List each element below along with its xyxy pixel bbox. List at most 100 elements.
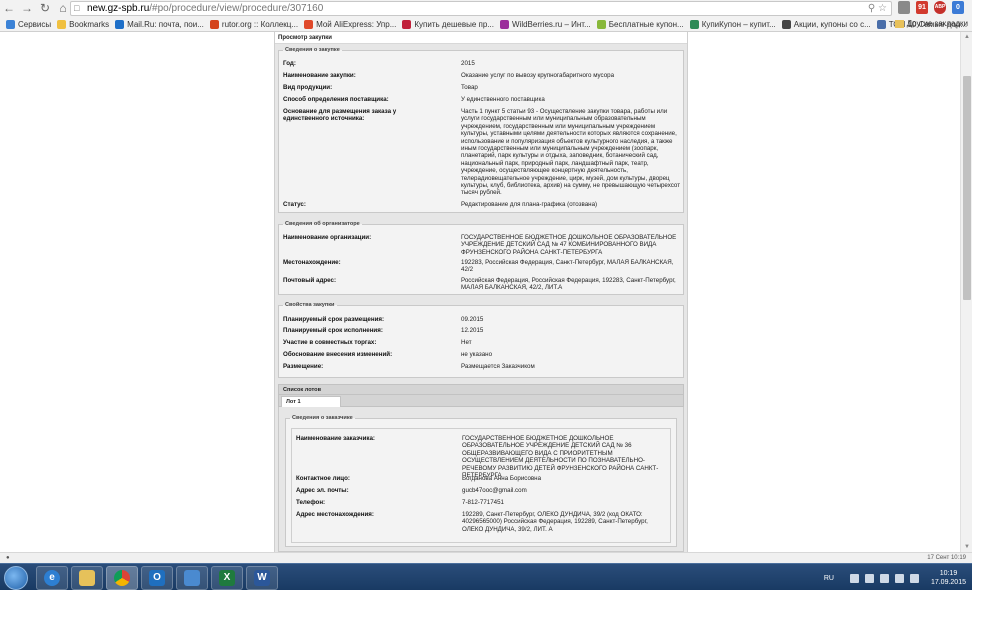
detail-value: Оказание услуг по вывозу крупногабаритно… xyxy=(461,72,615,79)
tab-lot-1[interactable]: Лот 1 xyxy=(281,396,341,407)
system-tray: RU 10:19 17.09.2015 xyxy=(824,566,966,590)
adblock-icon[interactable]: ABP xyxy=(934,1,946,14)
organizer-info-legend: Сведения об организаторе xyxy=(285,221,360,227)
detail-label: Наименование закупки: xyxy=(283,72,356,79)
detail-label: Размещение: xyxy=(283,363,324,370)
status-dot-icon: ● xyxy=(6,555,10,561)
ie-icon: e xyxy=(44,570,60,586)
detail-label: Год: xyxy=(283,60,296,67)
badge-extension-icon[interactable]: 91 xyxy=(916,1,928,14)
battery-icon[interactable] xyxy=(894,573,904,583)
procedure-panel: Просмотр закупки Сведения о закупке Свед… xyxy=(274,32,688,552)
customer-value: Богданова Анна Борисовна xyxy=(462,475,542,482)
clock[interactable]: 10:19 17.09.2015 xyxy=(931,569,966,587)
bookmark-item[interactable]: Мой AliExpress: Упр... xyxy=(304,19,396,29)
page-title: Просмотр закупки xyxy=(275,32,687,44)
internet-explorer-button[interactable]: e xyxy=(36,566,68,590)
clock-date: 17.09.2015 xyxy=(930,579,966,586)
bookmark-favicon-icon xyxy=(115,19,125,29)
start-button[interactable] xyxy=(4,566,28,590)
settings-icon xyxy=(184,570,200,586)
detail-label: Вид продукции: xyxy=(283,84,333,91)
bookmark-item[interactable]: Mail.Ru: почта, пои... xyxy=(115,19,204,29)
bookmark-favicon-icon xyxy=(596,19,606,29)
customer-info-legend: Сведения о заказчике xyxy=(292,415,353,421)
cloud-extension-icon[interactable] xyxy=(898,1,910,14)
extensions-area: 91 ABP 0 ☰ xyxy=(898,1,972,14)
bookmark-item[interactable]: Бесплатные купон... xyxy=(596,19,684,29)
clock-time: 10:19 xyxy=(939,570,958,577)
page-info-icon[interactable]: □ xyxy=(74,2,79,15)
search-icon[interactable]: ⚲ xyxy=(868,3,875,14)
purchase-props-legend: Свойства закупки xyxy=(285,302,335,308)
purchase-info-legend: Сведения о закупке xyxy=(285,47,340,53)
flag-icon[interactable] xyxy=(864,573,874,583)
customer-value: 192289, Санкт-Петербург, ОЛЕКО ДУНДИЧА, … xyxy=(462,511,648,533)
bookmark-item[interactable]: Купить дешевые пр... xyxy=(402,19,494,29)
bookmark-label: Bookmarks xyxy=(69,19,110,29)
bookmark-label: Сервисы xyxy=(18,19,52,29)
scrollbar-thumb[interactable] xyxy=(963,76,971,300)
other-bookmarks[interactable]: Другие закладки xyxy=(894,19,968,28)
forward-icon[interactable]: → xyxy=(18,0,36,17)
bookmark-favicon-icon xyxy=(500,19,509,29)
detail-value: Размещается Заказчиком xyxy=(461,363,535,370)
network-icon[interactable] xyxy=(879,573,889,583)
volume-icon[interactable] xyxy=(909,573,919,583)
page-viewport: Просмотр закупки Сведения о закупке Свед… xyxy=(0,32,960,552)
bookmark-item[interactable]: rutor.org :: Коллекц... xyxy=(209,19,298,29)
bookmark-item[interactable]: WildBerries.ru – Инт... xyxy=(500,19,591,29)
bookmark-item[interactable]: Bookmarks xyxy=(57,19,110,29)
bookmark-favicon-icon xyxy=(304,19,314,29)
help-icon[interactable] xyxy=(849,573,859,583)
explorer-button[interactable] xyxy=(71,566,103,590)
outlook-button[interactable]: O xyxy=(141,566,173,590)
bookmark-favicon-icon xyxy=(57,19,67,29)
bookmark-label: Бесплатные купон... xyxy=(608,19,684,29)
scroll-down-icon[interactable]: ▼ xyxy=(964,544,970,550)
word-button[interactable]: W xyxy=(246,566,278,590)
detail-value: Товар xyxy=(461,84,478,91)
excel-button[interactable]: X xyxy=(211,566,243,590)
language-indicator[interactable]: RU xyxy=(824,575,834,582)
windows-taskbar: e O X W RU 10:19 17.09.2015 xyxy=(0,563,972,590)
bookmark-label: Mail.Ru: почта, пои... xyxy=(127,19,204,29)
reload-icon[interactable]: ↻ xyxy=(36,0,54,17)
customer-value: 7-812-7717451 xyxy=(462,499,504,506)
detail-value: не указано xyxy=(461,351,493,358)
status-bar: ● 17 Сент 10:19 xyxy=(0,552,972,563)
outlook-icon: O xyxy=(149,570,165,586)
chrome-button[interactable] xyxy=(106,566,138,590)
detail-label: Обоснование внесения изменений: xyxy=(283,351,393,358)
bookmark-label: КупиКупон – купит... xyxy=(701,19,776,29)
detail-label: Основание для размещения заказа у единст… xyxy=(283,108,397,123)
customer-label: Контактное лицо: xyxy=(296,475,350,482)
back-icon[interactable]: ← xyxy=(0,0,18,17)
detail-value: 2015 xyxy=(461,60,475,67)
vertical-scrollbar[interactable]: ▲ ▼ xyxy=(960,32,972,552)
bookmarks-bar: Сервисы Bookmarks Mail.Ru: почта, пои... ru… xyxy=(0,17,972,32)
customer-label: Телефон: xyxy=(296,499,326,506)
bookmark-item[interactable]: Акции, купоны со с... xyxy=(781,19,871,29)
bookmark-item[interactable]: КупиКупон – купит... xyxy=(689,19,776,29)
detail-label: Способ определения поставщика: xyxy=(283,96,389,103)
customer-label: Наименование заказчика: xyxy=(296,435,375,442)
address-bar[interactable]: □ new.gz-spb.ru/#po/procedure/view/proce… xyxy=(70,1,892,16)
detail-value: 09.2015 xyxy=(461,316,484,323)
bookmark-label: Акции, купоны со с... xyxy=(793,19,871,29)
word-icon: W xyxy=(254,570,270,586)
bookmark-star-icon[interactable]: ☆ xyxy=(878,3,887,14)
bookmark-favicon-icon xyxy=(402,19,412,29)
bookmark-favicon-icon xyxy=(781,19,791,29)
puzzle-extension-icon[interactable]: 0 xyxy=(952,1,964,14)
control-panel-button[interactable] xyxy=(176,566,208,590)
detail-value: ГОСУДАРСТВЕННОЕ БЮДЖЕТНОЕ ДОШКОЛЬНОЕ ОБР… xyxy=(461,234,677,256)
chrome-icon xyxy=(114,570,130,586)
bookmark-label: WildBerries.ru – Инт... xyxy=(512,19,591,29)
url-domain: new.gz-spb.ru xyxy=(87,3,150,14)
lots-list-header: Список лотов xyxy=(278,384,684,395)
scroll-up-icon[interactable]: ▲ xyxy=(964,34,970,40)
detail-value: У единственного поставщика xyxy=(461,96,545,103)
detail-value: Нет xyxy=(461,339,472,346)
bookmark-item[interactable]: Сервисы xyxy=(6,19,52,29)
